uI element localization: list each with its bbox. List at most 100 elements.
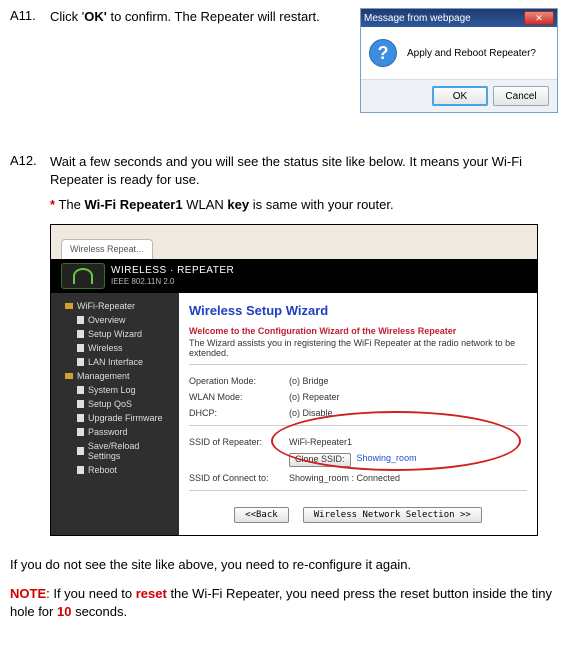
wizard-title: Wireless Setup Wizard — [189, 303, 527, 318]
router-sidebar: WiFi-Repeater Overview Setup Wizard Wire… — [51, 293, 179, 535]
wlan-mode-value: (o) Repeater — [289, 392, 527, 402]
wifi-logo-icon — [61, 263, 105, 289]
file-icon — [77, 428, 84, 436]
sidebar-item-label: Upgrade Firmware — [88, 413, 163, 423]
step-a12: A12. Wait a few seconds and you will see… — [10, 153, 558, 536]
after-ten: 10 — [57, 604, 71, 619]
step-a12-note: * The Wi-Fi Repeater1 WLAN key is same w… — [50, 188, 558, 214]
after-p2-c: seconds. — [71, 604, 127, 619]
op-mode-value: (o) Bridge — [289, 376, 527, 386]
step-a11-body: Click 'OK' to confirm. The Repeater will… — [50, 8, 558, 113]
file-icon — [77, 386, 84, 394]
file-icon — [77, 316, 84, 324]
dialog-footer: OK Cancel — [361, 79, 557, 112]
row-op-mode: Operation Mode: (o) Bridge — [189, 373, 527, 389]
wizard-footer: <<Back Wireless Network Selection >> — [189, 499, 527, 529]
ok-button[interactable]: OK — [432, 86, 488, 106]
step-a11: A11. Click 'OK' to confirm. The Repeater… — [10, 8, 558, 113]
dialog-body: ? Apply and Reboot Repeater? — [361, 27, 557, 79]
after-reset: reset — [136, 586, 167, 601]
a11-text-bold: OK' — [84, 9, 107, 24]
sidebar-item-label: Reboot — [88, 465, 117, 475]
sidebar-item-syslog[interactable]: System Log — [51, 383, 179, 397]
separator — [189, 490, 527, 491]
back-button[interactable]: <<Back — [234, 507, 289, 523]
a11-text-post: to confirm. The Repeater will restart. — [107, 9, 320, 24]
confirm-dialog: Message from webpage ✕ ? Apply and Reboo… — [360, 8, 558, 113]
sidebar-item-upgrade[interactable]: Upgrade Firmware — [51, 411, 179, 425]
file-icon — [77, 400, 84, 408]
question-icon: ? — [369, 39, 397, 67]
browser-tabstrip: Wireless Repeat... — [51, 225, 537, 259]
sidebar-item-password[interactable]: Password — [51, 425, 179, 439]
step-a12-label: A12. — [10, 153, 50, 536]
sidebar-item-root[interactable]: WiFi-Repeater — [51, 299, 179, 313]
sidebar-item-label: Overview — [88, 315, 126, 325]
file-icon — [77, 447, 84, 455]
step-a12-text: Wait a few seconds and you will see the … — [50, 153, 558, 188]
dhcp-label: DHCP: — [189, 408, 289, 418]
router-content: Wireless Setup Wizard Welcome to the Con… — [179, 293, 537, 535]
note-post: is same with your router. — [249, 197, 394, 212]
router-header-sub: IEEE 802.11N 2.0 — [111, 277, 234, 286]
router-screenshot: Wireless Repeat... WIRELESS · REPEATER I… — [50, 224, 538, 536]
browser-tab-label: Wireless Repeat... — [70, 244, 144, 254]
wizard-subtitle: Welcome to the Configuration Wizard of t… — [189, 326, 527, 336]
sidebar-item-overview[interactable]: Overview — [51, 313, 179, 327]
sidebar-item-setup-wizard[interactable]: Setup Wizard — [51, 327, 179, 341]
sidebar-item-management[interactable]: Management — [51, 369, 179, 383]
folder-icon — [65, 303, 73, 309]
row-wlan-mode: WLAN Mode: (o) Repeater — [189, 389, 527, 405]
annotation-circle — [271, 411, 521, 471]
sidebar-item-lan[interactable]: LAN Interface — [51, 355, 179, 369]
wizard-desc: The Wizard assists you in registering th… — [189, 338, 527, 358]
folder-icon — [65, 373, 73, 379]
sidebar-item-label: Save/Reload Settings — [88, 441, 173, 461]
file-icon — [77, 466, 84, 474]
dialog-title: Message from webpage — [364, 13, 471, 24]
sidebar-item-label: System Log — [88, 385, 136, 395]
ssid-connect-value: Showing_room : Connected — [289, 473, 527, 483]
dialog-titlebar: Message from webpage ✕ — [361, 9, 557, 27]
ssid-connect-label: SSID of Connect to: — [189, 473, 289, 483]
after-p1: If you do not see the site like above, y… — [10, 556, 558, 574]
file-icon — [77, 414, 84, 422]
file-icon — [77, 358, 84, 366]
a11-text-pre: Click ' — [50, 9, 84, 24]
sidebar-item-label: LAN Interface — [88, 357, 143, 367]
sidebar-item-label: Wireless — [88, 343, 123, 353]
step-a11-text: Click 'OK' to confirm. The Repeater will… — [50, 8, 354, 26]
cancel-button[interactable]: Cancel — [493, 86, 549, 106]
separator — [189, 364, 527, 365]
step-a11-label: A11. — [10, 8, 50, 113]
router-main: WiFi-Repeater Overview Setup Wizard Wire… — [51, 293, 537, 535]
browser-tab[interactable]: Wireless Repeat... — [61, 239, 153, 259]
next-button[interactable]: Wireless Network Selection >> — [303, 507, 482, 523]
sidebar-item-label: WiFi-Repeater — [77, 301, 135, 311]
sidebar-item-label: Management — [77, 371, 130, 381]
file-icon — [77, 344, 84, 352]
after-p2-a: : If you need to — [46, 586, 136, 601]
dialog-message: Apply and Reboot Repeater? — [407, 48, 536, 59]
note-label: NOTE — [10, 586, 46, 601]
router-header: WIRELESS · REPEATER IEEE 802.11N 2.0 — [51, 259, 537, 293]
router-header-title: WIRELESS · REPEATER — [111, 265, 234, 276]
note-mid: WLAN — [183, 197, 228, 212]
op-mode-label: Operation Mode: — [189, 376, 289, 386]
note-b2: key — [227, 197, 249, 212]
sidebar-item-qos[interactable]: Setup QoS — [51, 397, 179, 411]
after-p2: NOTE: If you need to reset the Wi-Fi Rep… — [10, 585, 558, 620]
wlan-mode-label: WLAN Mode: — [189, 392, 289, 402]
note-pre: The — [55, 197, 84, 212]
row-ssid-connect: SSID of Connect to: Showing_room : Conne… — [189, 470, 527, 486]
step-a12-body: Wait a few seconds and you will see the … — [50, 153, 558, 536]
close-icon[interactable]: ✕ — [524, 11, 554, 25]
note-b1: Wi-Fi Repeater1 — [84, 197, 182, 212]
sidebar-item-label: Password — [88, 427, 128, 437]
sidebar-item-save-reload[interactable]: Save/Reload Settings — [51, 439, 179, 463]
sidebar-item-label: Setup Wizard — [88, 329, 142, 339]
sidebar-item-reboot[interactable]: Reboot — [51, 463, 179, 477]
file-icon — [77, 330, 84, 338]
sidebar-item-label: Setup QoS — [88, 399, 132, 409]
sidebar-item-wireless[interactable]: Wireless — [51, 341, 179, 355]
